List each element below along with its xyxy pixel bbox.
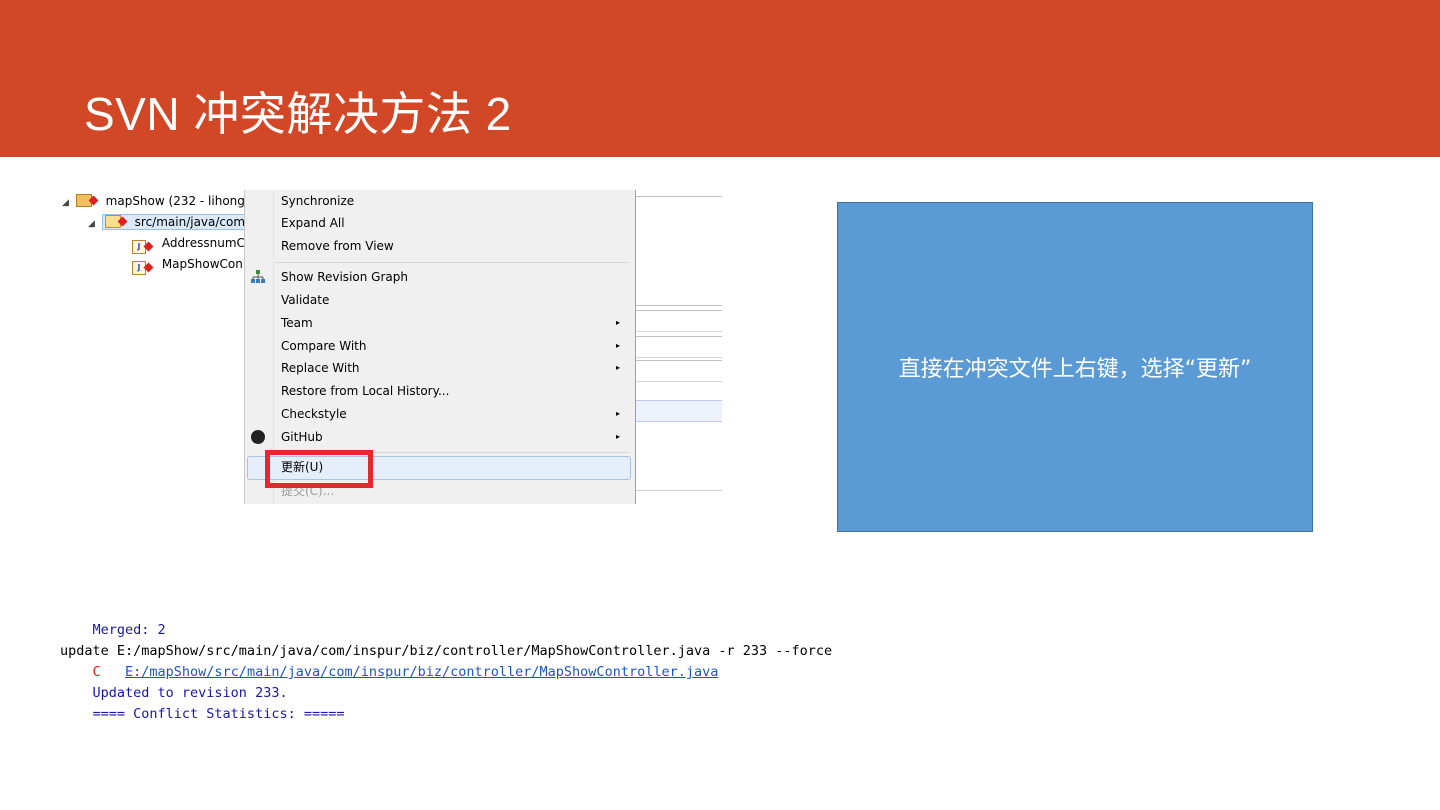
eclipse-screenshot: ◢ mapShow (232 - lihong ◢ src/main/java/… [60, 190, 722, 504]
title-bar: SVN 冲突解决方法 2 [0, 0, 1440, 157]
menu-item-replace-with[interactable]: Replace With [281, 357, 360, 379]
menu-item-checkstyle[interactable]: Checkstyle [281, 403, 347, 425]
project-icon [75, 194, 92, 207]
menu-separator [275, 262, 629, 263]
revision-graph-icon [250, 269, 266, 285]
expand-arrow-icon[interactable]: ◢ [88, 214, 98, 234]
tree-item-package[interactable]: ◢ src/main/java/com [88, 212, 249, 234]
tree-item-label: src/main/java/com [134, 215, 246, 229]
console-line: ==== Conflict Statistics: ===== [60, 706, 345, 722]
console-line: update E:/mapShow/src/main/java/com/insp… [60, 643, 833, 659]
github-icon [251, 430, 267, 446]
tree-item-project[interactable]: ◢ mapShow (232 - lihong [62, 191, 245, 211]
submenu-arrow-icon: ▸ [616, 363, 621, 372]
java-file-icon: J [132, 240, 146, 254]
tree-item-label: MapShowCon [161, 257, 243, 271]
submenu-arrow-icon: ▸ [616, 409, 621, 418]
tree-item-file[interactable]: J MapShowCon [132, 254, 243, 275]
menu-item-show-revision-graph[interactable]: Show Revision Graph [281, 266, 408, 288]
menu-item-remove-from-view[interactable]: Remove from View [281, 235, 394, 257]
console-line: Updated to revision 233. [60, 685, 288, 701]
menu-item-synchronize[interactable]: Synchronize [281, 190, 354, 212]
submenu-arrow-icon: ▸ [616, 341, 621, 350]
editor-background [636, 190, 722, 504]
console-line: C E:/mapShow/src/main/java/com/inspur/bi… [60, 662, 1060, 683]
expand-arrow-icon[interactable]: ◢ [62, 193, 72, 213]
console-output: Merged: 2 update E:/mapShow/src/main/jav… [60, 620, 1060, 725]
submenu-arrow-icon: ▸ [616, 432, 621, 441]
menu-item-restore-local-history[interactable]: Restore from Local History... [281, 380, 449, 402]
console-line: Merged: 2 [60, 622, 166, 638]
java-file-icon: J [132, 261, 146, 275]
selected-item: src/main/java/com [101, 214, 249, 230]
slide-title: SVN 冲突解决方法 2 [84, 88, 512, 140]
submenu-arrow-icon: ▸ [616, 318, 621, 327]
conflict-file-link[interactable]: E:/mapShow/src/main/java/com/inspur/biz/… [125, 664, 718, 680]
menu-item-validate[interactable]: Validate [281, 289, 329, 311]
tree-item-file[interactable]: J AddressnumC [132, 233, 245, 254]
highlight-box [265, 450, 373, 488]
conflict-flag: C [60, 664, 126, 680]
menu-item-expand-all[interactable]: Expand All [281, 212, 345, 234]
callout-box: 直接在冲突文件上右键，选择“更新” [837, 202, 1313, 532]
package-icon [104, 215, 121, 228]
tree-item-label: AddressnumC [161, 236, 245, 250]
menu-item-team[interactable]: Team [281, 312, 313, 334]
tree-item-label: mapShow (232 - lihong [105, 194, 245, 208]
menu-item-compare-with[interactable]: Compare With [281, 335, 367, 357]
menu-item-github[interactable]: GitHub [281, 426, 323, 448]
callout-text: 直接在冲突文件上右键，选择“更新” [898, 357, 1252, 382]
